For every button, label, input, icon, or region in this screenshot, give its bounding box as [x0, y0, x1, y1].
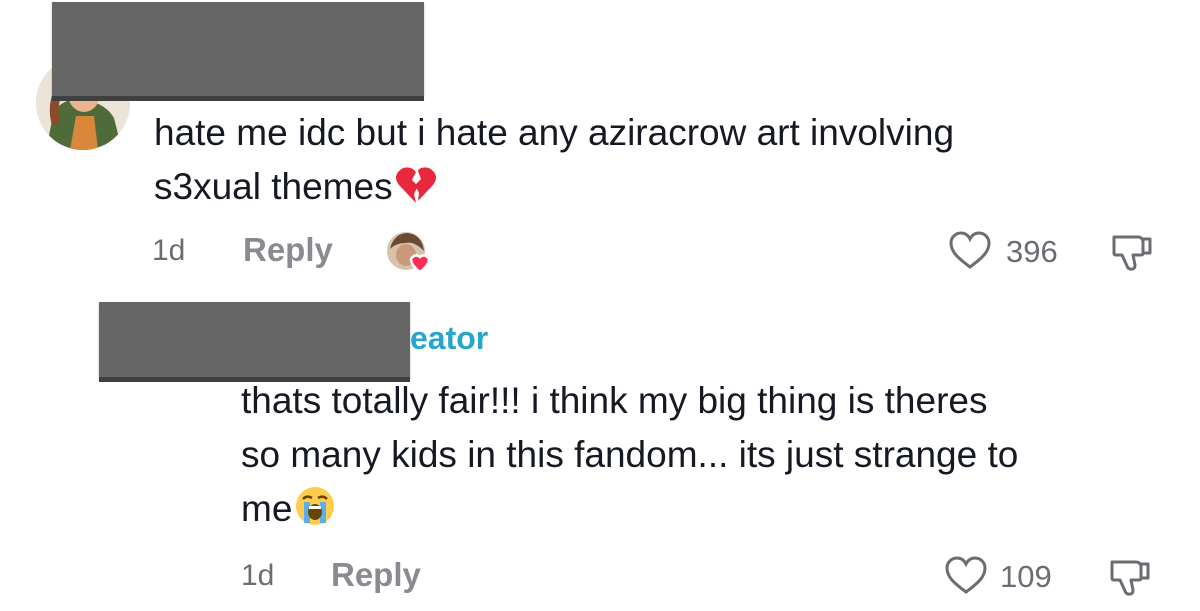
creator-liked-avatar — [384, 229, 436, 277]
reply-body: thats totally fair!!! i think my big thi… — [241, 374, 1018, 542]
comment-thread: hate me idc but i hate any aziracrow art… — [0, 0, 1200, 611]
like-count: 109 — [1000, 559, 1052, 594]
creator-label: eator — [410, 320, 489, 356]
dislike-icon[interactable] — [1106, 556, 1152, 603]
like-count: 396 — [1006, 234, 1058, 269]
loudly-crying-face-icon — [294, 485, 336, 542]
broken-heart-icon — [395, 165, 437, 220]
heart-outline-icon[interactable] — [948, 230, 992, 275]
comment-line: s3xual themes — [154, 160, 954, 220]
reply-button[interactable]: Reply — [331, 556, 421, 594]
comment-timestamp: 1d — [152, 234, 186, 267]
reply-line: me — [241, 482, 1018, 542]
redacted-username-block — [52, 2, 424, 96]
comment-body: hate me idc but i hate any aziracrow art… — [154, 106, 954, 220]
redacted-username-block — [99, 302, 410, 377]
reply-button[interactable]: Reply — [243, 231, 333, 269]
reply-line-text: me — [241, 488, 293, 529]
comment-line: hate me idc but i hate any aziracrow art… — [154, 112, 955, 153]
dislike-icon[interactable] — [1108, 231, 1154, 278]
reply-timestamp: 1d — [241, 559, 275, 592]
reply-line: so many kids in this fandom... its just … — [241, 434, 1019, 475]
heart-outline-icon[interactable] — [944, 555, 988, 600]
comment-line-text: s3xual themes — [154, 166, 393, 207]
reply-line: thats totally fair!!! i think my big thi… — [241, 380, 988, 421]
